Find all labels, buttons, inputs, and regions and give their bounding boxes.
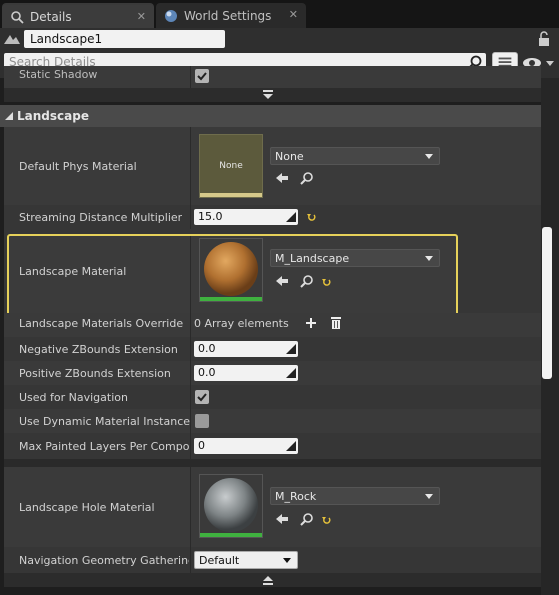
tab-world-settings-label: World Settings xyxy=(184,8,272,23)
use-selected-arrow-icon[interactable] xyxy=(275,171,289,185)
thumbnail-none-text: None xyxy=(219,161,243,171)
property-row: Streaming Distance Multiplier 15.0 xyxy=(4,205,541,229)
material-sphere-icon xyxy=(204,242,258,296)
material-sphere-icon xyxy=(204,478,258,532)
landscape-material-label: Landscape Material xyxy=(19,265,127,278)
landscape-material-combo[interactable]: M_Landscape xyxy=(270,249,440,267)
used-for-navigation-checkbox[interactable] xyxy=(195,390,209,404)
combo-value: M_Landscape xyxy=(275,252,350,265)
negative-zbounds-label: Negative ZBounds Extension xyxy=(19,343,178,356)
default-phys-material-label: Default Phys Material xyxy=(19,160,137,173)
tab-world-settings[interactable]: World Settings ✕ xyxy=(156,3,306,28)
reset-to-default-icon[interactable] xyxy=(306,212,316,222)
add-element-icon[interactable] xyxy=(305,317,317,329)
used-for-navigation-label: Used for Navigation xyxy=(19,391,128,404)
reset-to-default-icon[interactable] xyxy=(321,515,331,525)
chevron-down-icon xyxy=(263,90,273,99)
close-icon[interactable]: ✕ xyxy=(289,8,298,21)
browse-icon[interactable] xyxy=(300,274,314,288)
hole-material-combo[interactable]: M_Rock xyxy=(270,487,440,505)
nav-geometry-combo[interactable]: Default xyxy=(194,551,298,569)
property-row: Static Shadow xyxy=(4,66,541,88)
array-count: 0 Array elements xyxy=(194,317,289,330)
property-row: Negative ZBounds Extension 0.0 xyxy=(4,337,541,361)
asset-thumbnail[interactable]: None xyxy=(199,134,263,198)
collapse-bar[interactable] xyxy=(4,88,541,102)
materials-override-label: Landscape Materials Override xyxy=(19,317,184,330)
max-painted-layers-input[interactable]: 0 xyxy=(194,438,298,454)
browse-icon[interactable] xyxy=(300,171,314,185)
panel-bottom xyxy=(0,587,541,595)
trash-icon[interactable] xyxy=(330,316,342,329)
check-icon xyxy=(197,393,207,402)
property-row: Use Dynamic Material Instance xyxy=(4,409,541,433)
dynamic-material-label: Use Dynamic Material Instance xyxy=(19,415,191,428)
check-icon xyxy=(197,72,207,81)
property-row: Landscape Materials Override 0 Array ele… xyxy=(4,313,541,337)
max-painted-layers-label: Max Painted Layers Per Compone xyxy=(19,440,189,453)
reset-to-default-icon[interactable] xyxy=(321,277,331,287)
close-icon[interactable]: ✕ xyxy=(137,10,146,23)
magnify-icon xyxy=(11,10,24,24)
tab-details[interactable]: Details ✕ xyxy=(2,3,154,28)
streaming-distance-input[interactable]: 15.0 xyxy=(194,209,298,225)
asset-thumbnail[interactable] xyxy=(199,474,263,538)
collapse-bar[interactable] xyxy=(4,573,541,587)
row-gap xyxy=(4,459,541,467)
phys-material-combo[interactable]: None xyxy=(270,147,440,165)
lock-icon[interactable] xyxy=(536,31,552,47)
landscape-material-row-highlight: Landscape Material M_Landscape xyxy=(7,234,458,316)
landscape-actor-icon xyxy=(4,35,20,44)
use-selected-arrow-icon[interactable] xyxy=(275,274,289,288)
tab-details-label: Details xyxy=(30,9,72,24)
static-shadow-label: Static Shadow xyxy=(19,68,98,81)
chevron-up-icon xyxy=(263,576,273,585)
property-row: Navigation Geometry Gathering M Default xyxy=(4,547,541,573)
hole-material-label: Landscape Hole Material xyxy=(19,501,155,514)
drag-handle-icon[interactable] xyxy=(286,441,296,451)
drag-handle-icon[interactable] xyxy=(286,368,296,378)
globe-icon xyxy=(165,9,177,22)
browse-icon[interactable] xyxy=(300,512,314,526)
streaming-distance-label: Streaming Distance Multiplier xyxy=(19,211,183,224)
drag-handle-icon[interactable] xyxy=(286,212,296,222)
combo-value: None xyxy=(275,150,304,163)
negative-zbounds-input[interactable]: 0.0 xyxy=(194,341,298,357)
combo-value: Default xyxy=(199,554,240,567)
property-row: Positive ZBounds Extension 0.0 xyxy=(4,361,541,385)
static-shadow-checkbox[interactable] xyxy=(195,69,209,83)
asset-thumbnail[interactable] xyxy=(199,238,263,302)
dynamic-material-checkbox[interactable] xyxy=(195,414,209,428)
section-header-landscape[interactable]: Landscape xyxy=(0,105,553,127)
positive-zbounds-input[interactable]: 0.0 xyxy=(194,365,298,381)
property-row: Landscape Hole Material M_Rock xyxy=(4,467,541,547)
property-row: Default Phys Material None None xyxy=(4,127,541,205)
scrollbar-thumb[interactable] xyxy=(542,227,552,379)
chevron-expanded-icon xyxy=(5,112,13,120)
property-row: Used for Navigation xyxy=(4,385,541,409)
section-title: Landscape xyxy=(17,109,89,123)
actor-name-field[interactable]: Landscape1 xyxy=(24,30,225,48)
use-selected-arrow-icon[interactable] xyxy=(275,512,289,526)
positive-zbounds-label: Positive ZBounds Extension xyxy=(19,367,171,380)
nav-geometry-label: Navigation Geometry Gathering M xyxy=(19,554,189,567)
property-row: Max Painted Layers Per Compone 0 xyxy=(4,433,541,459)
combo-value: M_Rock xyxy=(275,490,317,503)
drag-handle-icon[interactable] xyxy=(286,344,296,354)
